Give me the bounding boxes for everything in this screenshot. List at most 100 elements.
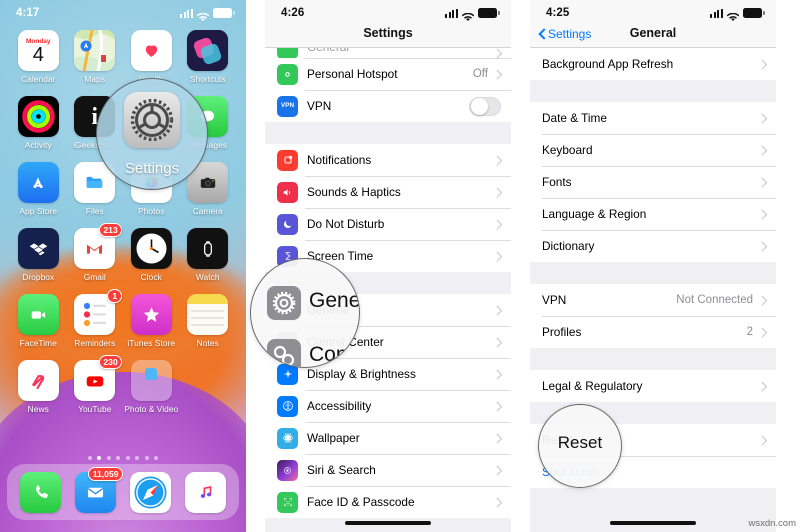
app-app-store[interactable]: App Store xyxy=(10,162,67,216)
siri-icon xyxy=(277,459,298,481)
settings-row-vpn[interactable]: VPN VPN xyxy=(265,90,511,122)
settings-row-notifications[interactable]: Notifications xyxy=(265,144,511,176)
dropbox-icon xyxy=(17,228,59,269)
settings-row-personal-hotspot[interactable]: Personal Hotspot Off xyxy=(265,58,511,90)
magnifier-reset-row: Reset xyxy=(538,404,622,488)
calendar-icon: Monday 4 xyxy=(17,30,59,71)
wifi-icon xyxy=(726,9,740,21)
app-activity[interactable]: Activity xyxy=(10,96,67,150)
page-dot xyxy=(135,456,140,460)
chevron-right-icon xyxy=(494,186,501,198)
settings-row-siri-search[interactable]: Siri & Search xyxy=(265,454,511,486)
row-label: Face ID & Passcode xyxy=(307,495,415,509)
notifications-icon xyxy=(277,149,298,171)
general-row-background-app-refresh[interactable]: Background App Refresh xyxy=(530,48,776,80)
general-row-legal-regulatory[interactable]: Legal & Regulatory xyxy=(530,370,776,402)
maps-icon xyxy=(74,30,116,71)
chevron-right-icon xyxy=(494,154,501,166)
accessibility-icon xyxy=(277,395,298,417)
chevron-right-icon xyxy=(759,294,766,306)
app-youtube[interactable]: 230 YouTube xyxy=(67,355,124,414)
moon-icon xyxy=(277,213,298,235)
group-spacer xyxy=(265,122,511,144)
app-calendar[interactable]: Monday 4 Calendar xyxy=(10,30,67,84)
general-navbar: 4:25 Settings General xyxy=(530,0,776,48)
settings-row-accessibility[interactable]: Accessibility xyxy=(265,390,511,422)
dock-app-music[interactable] xyxy=(185,471,226,513)
app-notes[interactable]: Notes xyxy=(180,294,237,348)
group-spacer xyxy=(530,262,776,284)
general-row-fonts[interactable]: Fonts xyxy=(530,166,776,198)
row-label: Background App Refresh xyxy=(542,57,674,71)
hotspot-icon xyxy=(277,63,298,85)
vpn-toggle[interactable] xyxy=(469,96,501,116)
page-dot xyxy=(154,456,159,460)
status-bar-home: 4:17 xyxy=(0,0,246,26)
row-label: Personal Hotspot xyxy=(307,67,398,81)
settings-row-do-not-disturb[interactable]: Do Not Disturb xyxy=(265,208,511,240)
app-watch[interactable]: Watch xyxy=(180,228,237,282)
activity-icon xyxy=(17,96,59,137)
iphone-home-screen-panel: 4:17 Monday 4 Calendar Maps Shortcuts Ac… xyxy=(0,0,246,532)
general-row-keyboard[interactable]: Keyboard xyxy=(530,134,776,166)
app-badge: 1 xyxy=(107,289,123,303)
chevron-right-icon xyxy=(759,208,766,220)
page-dot xyxy=(87,456,92,460)
row-label: Profiles xyxy=(542,325,582,339)
gear-icon-magnified xyxy=(267,286,301,320)
chevron-right-icon xyxy=(759,176,766,188)
app-label: YouTube xyxy=(78,404,112,414)
page-dot xyxy=(116,456,121,460)
app-clock[interactable]: Clock xyxy=(123,228,180,282)
general-row-date-time[interactable]: Date & Time xyxy=(530,102,776,134)
group-spacer xyxy=(530,80,776,102)
app-label: Photo & Video xyxy=(124,404,179,414)
magnifier-settings-app: Settings xyxy=(96,78,208,190)
app-itunes-store[interactable]: iTunes Store xyxy=(123,294,180,348)
general-row-dictionary[interactable]: Dictionary xyxy=(530,230,776,262)
app-label: App Store xyxy=(19,206,58,216)
facetime-icon xyxy=(17,294,59,335)
sounds-icon xyxy=(277,181,298,203)
dock-app-mail[interactable]: 11,059 xyxy=(75,466,123,513)
settings-row-face-id-passcode[interactable]: Face ID & Passcode xyxy=(265,486,511,518)
app-news[interactable]: News xyxy=(10,360,67,414)
dock-app-phone[interactable] xyxy=(20,471,61,513)
app-gmail[interactable]: 213 Gmail xyxy=(67,223,124,282)
row-label: Wallpaper xyxy=(307,431,360,445)
home-dock: 11,059 xyxy=(7,464,239,520)
page-dots[interactable] xyxy=(0,456,246,460)
general-row-vpn[interactable]: VPN Not Connected xyxy=(530,284,776,316)
vpn-icon: VPN xyxy=(277,95,298,117)
settings-row-general-clipped[interactable]: General xyxy=(265,48,511,58)
chevron-right-icon xyxy=(494,368,501,380)
app-label: Activity xyxy=(24,140,52,150)
app-facetime[interactable]: FaceTime xyxy=(10,294,67,348)
row-label: Legal & Regulatory xyxy=(542,379,643,393)
settings-row-sounds-haptics[interactable]: Sounds & Haptics xyxy=(265,176,511,208)
app-health[interactable]: Health xyxy=(123,30,180,84)
dock-app-safari[interactable] xyxy=(130,471,171,513)
chevron-right-icon xyxy=(759,112,766,124)
general-row-language-region[interactable]: Language & Region xyxy=(530,198,776,230)
row-label: Notifications xyxy=(307,153,372,167)
cellular-bars-icon xyxy=(180,8,193,18)
app-shortcuts[interactable]: Shortcuts xyxy=(180,30,237,84)
app-label: Camera xyxy=(192,206,223,216)
status-bar-general: 4:25 xyxy=(530,0,776,26)
app-label: FaceTime xyxy=(19,338,57,348)
home-indicator xyxy=(610,521,696,525)
settings-row-wallpaper[interactable]: Wallpaper xyxy=(265,422,511,454)
phone-icon xyxy=(20,471,61,513)
magnifier-general-row: General Cont xyxy=(250,258,360,368)
app-maps[interactable]: Maps xyxy=(67,30,124,84)
row-label: General xyxy=(307,48,494,54)
general-row-profiles[interactable]: Profiles 2 xyxy=(530,316,776,348)
watch-icon xyxy=(187,228,229,269)
magnified-row-label-secondary: Cont xyxy=(309,343,354,366)
row-label: Sounds & Haptics xyxy=(307,185,401,199)
app-dropbox[interactable]: Dropbox xyxy=(10,228,67,282)
app-photo-video-folder[interactable]: Photo & Video xyxy=(123,360,180,414)
app-reminders[interactable]: 1 Reminders xyxy=(67,289,124,348)
page-dot xyxy=(106,456,111,460)
